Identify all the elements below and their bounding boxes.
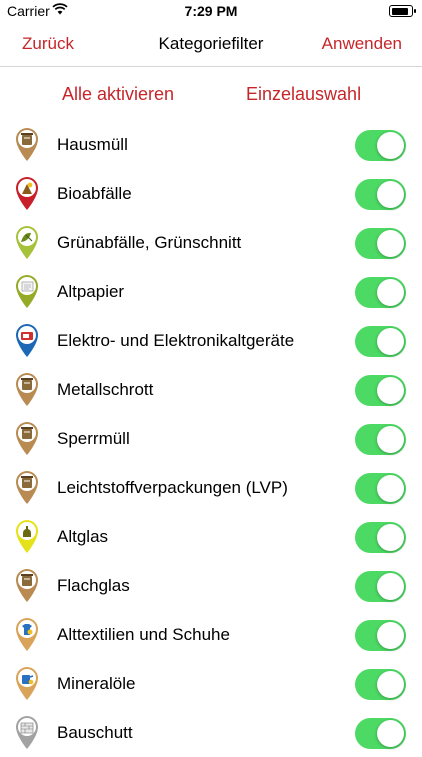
toggle-knob bbox=[377, 230, 404, 257]
category-toggle[interactable] bbox=[355, 179, 406, 210]
category-toggle[interactable] bbox=[355, 718, 406, 749]
category-toggle[interactable] bbox=[355, 375, 406, 406]
apply-button[interactable]: Anwenden bbox=[322, 34, 402, 54]
list-item: Elektro- und Elektronikaltgeräte bbox=[0, 316, 422, 365]
activate-all-button[interactable]: Alle aktivieren bbox=[62, 84, 174, 105]
navigation-bar: Zurück Kategoriefilter Anwenden bbox=[0, 24, 422, 67]
category-label: Sperrmüll bbox=[57, 429, 130, 448]
toggle-knob bbox=[377, 328, 404, 355]
list-item: Alttextilien und Schuhe bbox=[0, 610, 422, 659]
category-label: Mineralöle bbox=[57, 674, 136, 693]
action-row: Alle aktivieren Einzelauswahl bbox=[0, 80, 422, 108]
list-item: Sperrmüll bbox=[0, 414, 422, 463]
category-toggle[interactable] bbox=[355, 669, 406, 700]
category-toggle[interactable] bbox=[355, 424, 406, 455]
toggle-knob bbox=[377, 181, 404, 208]
toggle-knob bbox=[377, 132, 404, 159]
category-label: Leichtstoffverpackungen (LVP) bbox=[57, 478, 288, 497]
toggle-knob bbox=[377, 475, 404, 502]
category-toggle[interactable] bbox=[355, 277, 406, 308]
toggle-knob bbox=[377, 524, 404, 551]
category-label: Alttextilien und Schuhe bbox=[57, 625, 230, 644]
category-toggle[interactable] bbox=[355, 130, 406, 161]
toggle-knob bbox=[377, 573, 404, 600]
category-label: Hausmüll bbox=[57, 135, 128, 154]
clock: 7:29 PM bbox=[184, 3, 238, 19]
category-toggle[interactable] bbox=[355, 571, 406, 602]
list-item: Altglas bbox=[0, 512, 422, 561]
list-item: Bioabfälle bbox=[0, 169, 422, 218]
toggle-knob bbox=[377, 279, 404, 306]
battery-icon bbox=[389, 5, 416, 17]
category-toggle[interactable] bbox=[355, 473, 406, 504]
category-label: Bioabfälle bbox=[57, 184, 132, 203]
toggle-knob bbox=[377, 671, 404, 698]
category-label: Altglas bbox=[57, 527, 109, 546]
list-item: Metallschrott bbox=[0, 365, 422, 414]
status-bar: Carrier 7:29 PM bbox=[0, 0, 422, 24]
category-label: Elektro- und Elektronikaltgeräte bbox=[57, 331, 295, 350]
category-toggle[interactable] bbox=[355, 522, 406, 553]
toggle-knob bbox=[377, 720, 404, 747]
category-label: Bauschutt bbox=[57, 723, 133, 742]
toggle-knob bbox=[377, 426, 404, 453]
toggle-knob bbox=[377, 377, 404, 404]
category-toggle[interactable] bbox=[355, 326, 406, 357]
list-item: Mineralöle bbox=[0, 659, 422, 708]
single-select-button[interactable]: Einzelauswahl bbox=[246, 84, 361, 105]
category-label: Flachglas bbox=[57, 576, 130, 595]
category-list: Hausmüll Bioabfälle Grünabfälle, Grünschni… bbox=[0, 120, 422, 757]
category-label: Altpapier bbox=[57, 282, 125, 301]
list-item: Altpapier bbox=[0, 267, 422, 316]
category-label: Grünabfälle, Grünschnitt bbox=[57, 233, 242, 252]
list-item: Hausmüll bbox=[0, 120, 422, 169]
battery-fill bbox=[391, 7, 408, 15]
category-label: Metallschrott bbox=[57, 380, 154, 399]
list-item: Grünabfälle, Grünschnitt bbox=[0, 218, 422, 267]
category-toggle[interactable] bbox=[355, 228, 406, 259]
list-item: Leichtstoffverpackungen (LVP) bbox=[0, 463, 422, 512]
list-item: Flachglas bbox=[0, 561, 422, 610]
toggle-knob bbox=[377, 622, 404, 649]
category-toggle[interactable] bbox=[355, 620, 406, 651]
